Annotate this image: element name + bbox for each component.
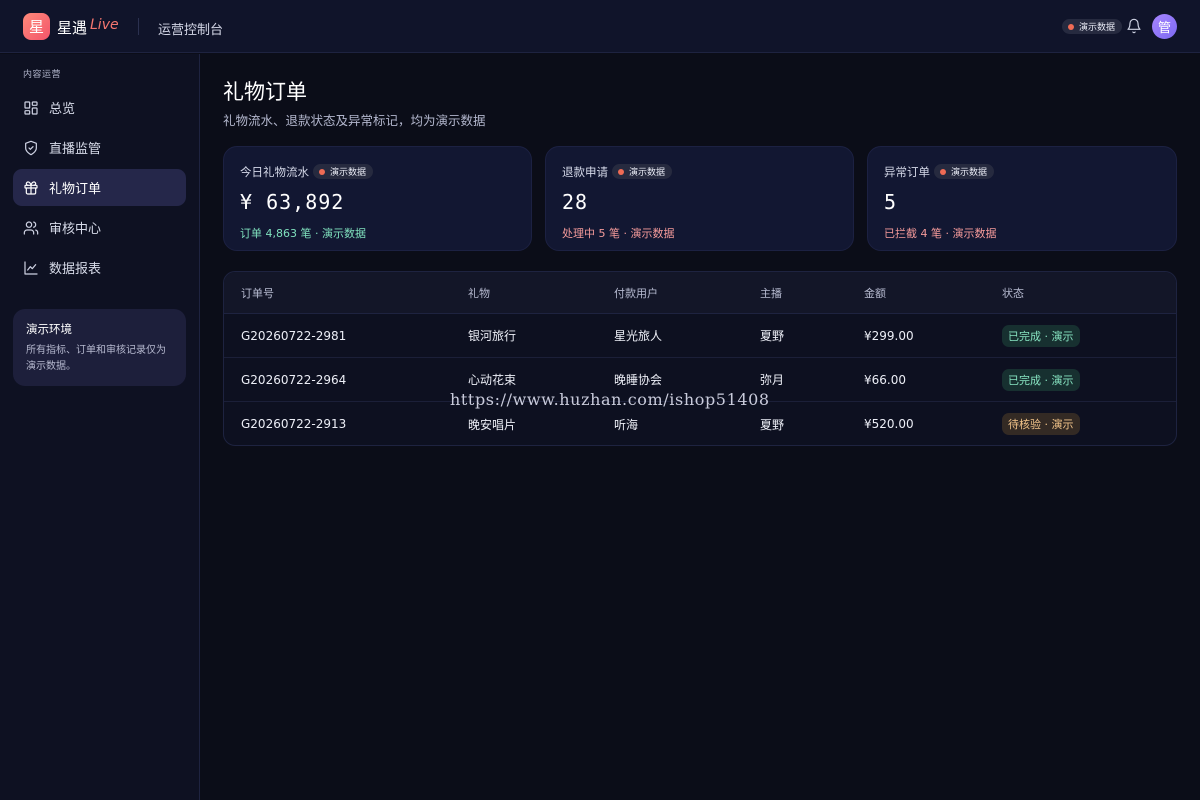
sidebar-item-label: 数据报表 — [49, 262, 102, 277]
page-title: 礼物订单 — [223, 80, 307, 104]
sidebar-item-live-supervision[interactable]: 直播监管 — [13, 129, 186, 166]
status-badge: 已完成 · 演示 — [1002, 324, 1080, 347]
demo-environment-card: 演示环境 所有指标、订单和审核记录仅为演示数据。 — [13, 309, 186, 386]
stat-label: 今日礼物流水 — [240, 164, 309, 179]
stat-footnote: 处理中 5 笔 · 演示数据 — [562, 227, 675, 240]
column-header-order-id[interactable]: 订单号 — [241, 285, 274, 301]
stat-card-abnormal-orders: 异常订单 演示数据 5 已拦截 4 笔 · 演示数据 — [867, 146, 1177, 251]
sidebar: 内容运营 总览 直播监管 礼物订单 审核中心 数据报表 演示环境 所有指标、订单… — [0, 54, 200, 800]
sidebar-item-label: 总览 — [49, 102, 76, 117]
status-dot-icon — [319, 168, 325, 175]
order-id: G20260722-2964 — [241, 372, 347, 387]
line-chart-icon — [24, 260, 38, 275]
sidebar-item-data-reports[interactable]: 数据报表 — [13, 249, 186, 286]
bell-icon[interactable] — [1126, 18, 1142, 34]
column-header-payer[interactable]: 付款用户 — [614, 285, 658, 301]
order-amount: ¥299.00 — [864, 328, 914, 343]
stat-card-refund-requests: 退款申请 演示数据 28 处理中 5 笔 · 演示数据 — [545, 146, 854, 251]
status-dot-icon — [940, 168, 946, 175]
status-dot-icon — [618, 168, 624, 175]
sidebar-item-overview[interactable]: 总览 — [13, 89, 186, 126]
stat-card-gift-revenue: 今日礼物流水 演示数据 ¥ 63,892 订单 4,863 笔 · 演示数据 — [223, 146, 532, 251]
stat-value: 28 — [562, 190, 589, 214]
column-header-status[interactable]: 状态 — [1002, 285, 1024, 301]
stat-footnote: 已拦截 4 笔 · 演示数据 — [884, 227, 997, 240]
stat-label: 异常订单 — [884, 164, 930, 179]
order-amount: ¥520.00 — [864, 417, 914, 431]
watermark-text: https://www.huzhan.com/ishop51408 — [450, 390, 770, 409]
stat-footnote: 订单 4,863 笔 · 演示数据 — [240, 227, 366, 240]
table-header: 订单号 礼物 付款用户 主播 金额 状态 — [224, 272, 1176, 314]
gift-name: 心动花束 — [468, 373, 517, 387]
payer-name: 星光旅人 — [614, 329, 663, 343]
app-logo[interactable]: 星 — [23, 13, 50, 40]
sidebar-section-label: 内容运营 — [23, 70, 62, 80]
logo-glyph: 星 — [28, 18, 44, 36]
status-badge: 待核验 · 演示 — [1002, 413, 1080, 435]
sidebar-item-label: 审核中心 — [49, 222, 102, 237]
demo-data-badge: 演示数据 — [1062, 19, 1123, 34]
env-card-title: 演示环境 — [26, 322, 72, 336]
stat-value: ¥ 63,892 — [240, 190, 345, 214]
demo-data-badge: 演示数据 — [934, 164, 995, 179]
payer-name: 晚睡协会 — [614, 373, 663, 387]
avatar[interactable]: 管 — [1152, 14, 1177, 39]
stat-value: 5 — [884, 190, 898, 214]
order-id: G20260722-2913 — [241, 417, 347, 431]
order-id: G20260722-2981 — [241, 328, 347, 343]
badge-label: 演示数据 — [629, 168, 666, 178]
avatar-initial: 管 — [1157, 21, 1171, 36]
demo-data-badge-label: 演示数据 — [1079, 23, 1116, 33]
host-name: 夏野 — [760, 329, 785, 343]
order-amount: ¥66.00 — [864, 372, 906, 387]
stat-label: 退款申请 — [562, 164, 608, 179]
grid-icon — [24, 100, 38, 115]
page-subtitle: 礼物流水、退款状态及异常标记，均为演示数据 — [223, 113, 486, 128]
demo-data-badge: 演示数据 — [612, 164, 673, 179]
table-row[interactable]: G20260722-2981 银河旅行 星光旅人 夏野 ¥299.00 已完成 … — [224, 314, 1176, 358]
demo-data-badge: 演示数据 — [313, 164, 374, 179]
host-name: 夏野 — [760, 417, 785, 432]
users-icon — [23, 220, 39, 235]
top-bar: 星 星遇 Live 运营控制台 演示数据 管 — [0, 0, 1200, 53]
orders-table: 订单号 礼物 付款用户 主播 金额 状态 G20260722-2981 银河旅行… — [223, 271, 1177, 446]
payer-name: 听海 — [614, 417, 639, 432]
sidebar-item-label: 直播监管 — [49, 142, 102, 157]
brand-name: 星遇 — [57, 19, 88, 37]
column-header-host[interactable]: 主播 — [760, 285, 782, 301]
sidebar-item-label: 礼物订单 — [49, 182, 102, 197]
gift-icon — [24, 180, 38, 195]
host-name: 弥月 — [760, 373, 785, 387]
gift-name: 晚安唱片 — [468, 417, 517, 432]
shield-check-icon — [25, 140, 37, 155]
status-badge: 已完成 · 演示 — [1002, 368, 1080, 391]
gift-name: 银河旅行 — [468, 329, 517, 343]
status-dot-icon — [1068, 23, 1074, 30]
column-header-amount[interactable]: 金额 — [864, 285, 886, 301]
sidebar-item-review-center[interactable]: 审核中心 — [13, 209, 186, 246]
badge-label: 演示数据 — [951, 168, 988, 178]
header-divider — [138, 18, 139, 35]
sidebar-item-gift-orders[interactable]: 礼物订单 — [13, 169, 186, 206]
badge-label: 演示数据 — [330, 168, 367, 178]
brand-live-label: Live — [90, 17, 119, 33]
console-title: 运营控制台 — [158, 23, 224, 38]
column-header-gift[interactable]: 礼物 — [468, 285, 490, 301]
env-card-text: 所有指标、订单和审核记录仅为演示数据。 — [26, 345, 166, 372]
